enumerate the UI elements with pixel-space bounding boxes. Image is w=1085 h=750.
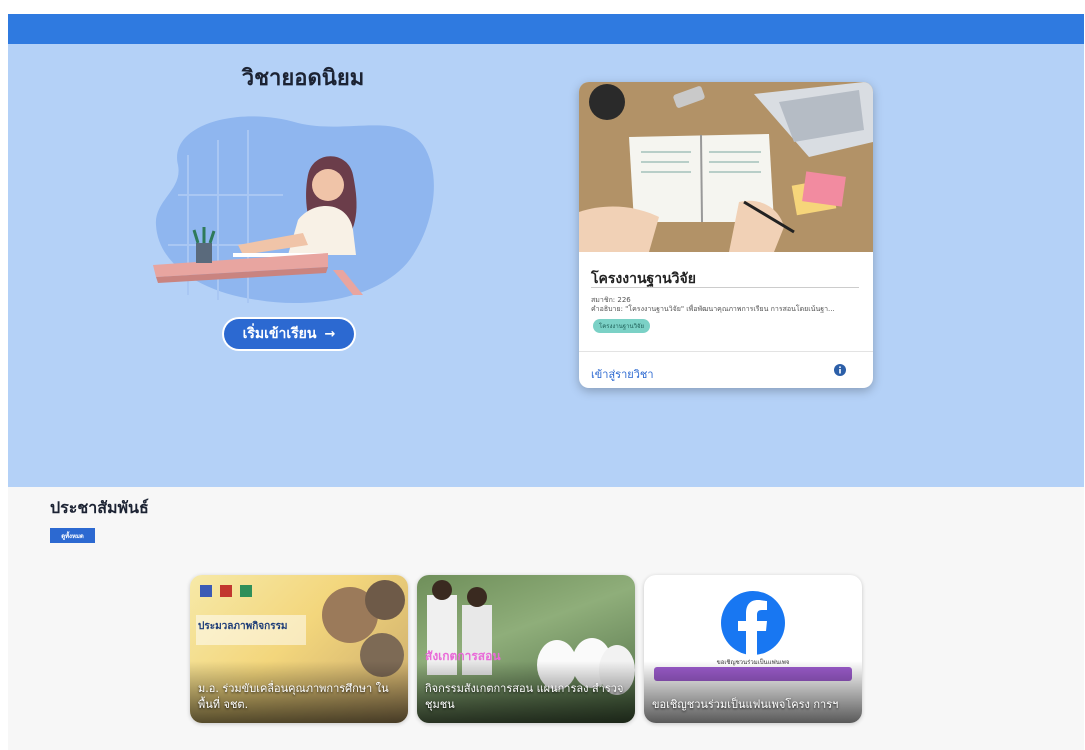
news-card[interactable]: สังเกตการสอน กิจกรรมสังเกตการสอน แผนการล… xyxy=(417,575,635,723)
start-learning-button[interactable]: เริ่มเข้าเรียน → xyxy=(224,319,354,349)
course-members: สมาชิก: 226 xyxy=(591,296,631,304)
caption-overlay xyxy=(644,661,862,723)
arrow-right-icon: → xyxy=(324,326,336,342)
course-card[interactable]: โครงงานฐานวิจัย สมาชิก: 226 คำอธิบาย: "โ… xyxy=(579,82,873,388)
public-relations-heading: ประชาสัมพันธ์ xyxy=(50,498,149,517)
course-meta: สมาชิก: 226 คำอธิบาย: "โครงงานฐานวิจัย" … xyxy=(591,296,866,314)
popular-courses-heading: วิชายอดนิยม xyxy=(241,66,365,91)
news-card[interactable]: ขอเชิญชวนร่วมเป็นแฟนเพจ ขอเชิญชวนร่วมเป็… xyxy=(644,575,862,723)
news-caption: กิจกรรมสังเกตการสอน แผนการลง สำรวจชุมชน xyxy=(425,682,624,711)
see-all-button[interactable]: ดูทั้งหมด xyxy=(50,528,95,543)
top-nav-bar xyxy=(8,14,1084,44)
course-description: คำอธิบาย: "โครงงานฐานวิจัย" เพื่อพัฒนาคุ… xyxy=(591,305,835,313)
news-image-text: ประมวลภาพกิจกรรม xyxy=(198,621,288,632)
info-icon[interactable] xyxy=(834,364,846,376)
news-caption: ขอเชิญชวนร่วมเป็นแฟนเพจโครง การฯ xyxy=(652,698,839,711)
news-caption: ม.อ. ร่วมขับเคลื่อนคุณภาพการศึกษา ในพื้น… xyxy=(198,682,389,711)
course-cover-image xyxy=(579,82,873,252)
start-learning-label: เริ่มเข้าเรียน xyxy=(242,326,317,342)
enter-course-link[interactable]: เข้าสู่รายวิชา xyxy=(591,365,654,383)
divider xyxy=(591,287,859,288)
student-studying-illustration xyxy=(153,116,434,303)
news-card[interactable]: ประมวลภาพกิจกรรม ม.อ. ร่วมขับเคลื่อนคุณภ… xyxy=(190,575,408,723)
course-tag-badge[interactable]: โครงงานฐานวิจัย xyxy=(593,319,650,333)
divider xyxy=(579,351,873,352)
